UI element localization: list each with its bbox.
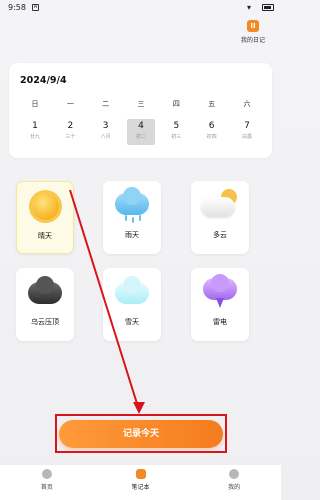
home-icon: [41, 469, 52, 479]
weekday-label: 六: [243, 100, 251, 108]
weather-label: 雪天: [125, 318, 139, 326]
weather-option-rainy[interactable]: 雨天: [103, 181, 161, 254]
lunar-date: 廿九: [29, 134, 40, 140]
day-number: 4: [138, 121, 144, 131]
calendar-card: 2024/9/4 日 1 廿九 一 2 三十 二 3 八月 三 4 初二 四 5 初三 五…: [9, 63, 272, 158]
weather-label: 多云: [213, 231, 227, 239]
calendar-day-2[interactable]: 二 3 八月: [92, 99, 120, 145]
weather-option-snowy[interactable]: 雪天: [103, 268, 161, 341]
weekday-label: 五: [208, 100, 216, 108]
calendar-day-4[interactable]: 四 5 初三: [162, 99, 190, 145]
day-number: 7: [244, 121, 250, 131]
day-number: 5: [173, 121, 180, 131]
bottom-nav: 首页 笔记本 我的: [0, 464, 281, 500]
weather-label: 晴天: [38, 232, 52, 240]
weather-label: 乌云压顶: [31, 318, 59, 326]
thunder-cloud-icon: [199, 274, 241, 312]
calendar-day-1[interactable]: 一 2 三十: [56, 99, 84, 145]
lunar-date: 三十: [65, 134, 76, 140]
nav-profile[interactable]: 我的: [187, 465, 281, 500]
weekday-label: 三: [137, 100, 145, 108]
battery-icon: [262, 4, 274, 11]
calendar-date: 2024/9/4: [20, 75, 67, 86]
status-time: 9:58: [8, 3, 26, 12]
lunar-date: 八月: [100, 134, 111, 140]
day-number: 3: [102, 121, 109, 131]
weather-label: 雷电: [213, 318, 227, 326]
nav-label: 首页: [40, 484, 53, 491]
notebook-icon: [135, 469, 146, 479]
day-number: 6: [208, 121, 215, 131]
calendar-day-5[interactable]: 五 6 初四: [198, 99, 226, 145]
weather-option-sunny[interactable]: 晴天: [16, 181, 74, 254]
nav-label: 笔记本: [131, 484, 150, 491]
lunar-date: 初四: [206, 134, 217, 140]
calendar-day-3-selected[interactable]: 三 4 初二: [126, 99, 155, 145]
calendar-day-0[interactable]: 日 1 廿九: [21, 99, 49, 145]
profile-icon: [229, 469, 240, 479]
day-number: 2: [67, 121, 74, 131]
day-number: 1: [32, 121, 38, 131]
weather-label: 雨天: [125, 231, 139, 239]
my-diary-button[interactable]: II 我的日记: [233, 20, 273, 44]
my-diary-label: 我的日记: [240, 37, 265, 44]
lunar-date: 白露: [241, 134, 252, 140]
pause-icon: II: [247, 20, 259, 32]
notification-icon: A: [32, 4, 39, 11]
cloudy-icon: [199, 187, 241, 225]
calendar-day-6[interactable]: 六 7 白露: [233, 99, 261, 145]
record-today-button[interactable]: 记录今天: [59, 420, 223, 448]
wifi-icon: ▾: [247, 3, 252, 12]
weather-option-overcast[interactable]: 乌云压顶: [16, 268, 74, 341]
status-bar: 9:58 A ▾: [0, 0, 281, 16]
weekday-label: 日: [31, 100, 39, 108]
weekday-label: 四: [172, 100, 180, 108]
nav-label: 我的: [228, 484, 241, 491]
weekday-label: 二: [102, 100, 110, 108]
sun-icon: [24, 188, 66, 226]
nav-notebook[interactable]: 笔记本: [94, 465, 188, 500]
weather-option-thunder[interactable]: 雷电: [191, 268, 249, 341]
lunar-date: 初二: [135, 134, 146, 140]
snow-cloud-icon: [111, 274, 153, 312]
lunar-date: 初三: [171, 134, 182, 140]
dark-cloud-icon: [24, 274, 66, 312]
calendar-week: 日 1 廿九 一 2 三十 二 3 八月 三 4 初二 四 5 初三 五 6 初四 六 7 白…: [21, 99, 261, 145]
weather-option-cloudy[interactable]: 多云: [191, 181, 249, 254]
nav-home[interactable]: 首页: [0, 465, 94, 500]
weekday-label: 一: [66, 100, 74, 108]
weather-grid: 晴天 雨天 多云 乌云压顶 雪天 雷电: [16, 181, 269, 341]
rain-cloud-icon: [111, 187, 153, 225]
